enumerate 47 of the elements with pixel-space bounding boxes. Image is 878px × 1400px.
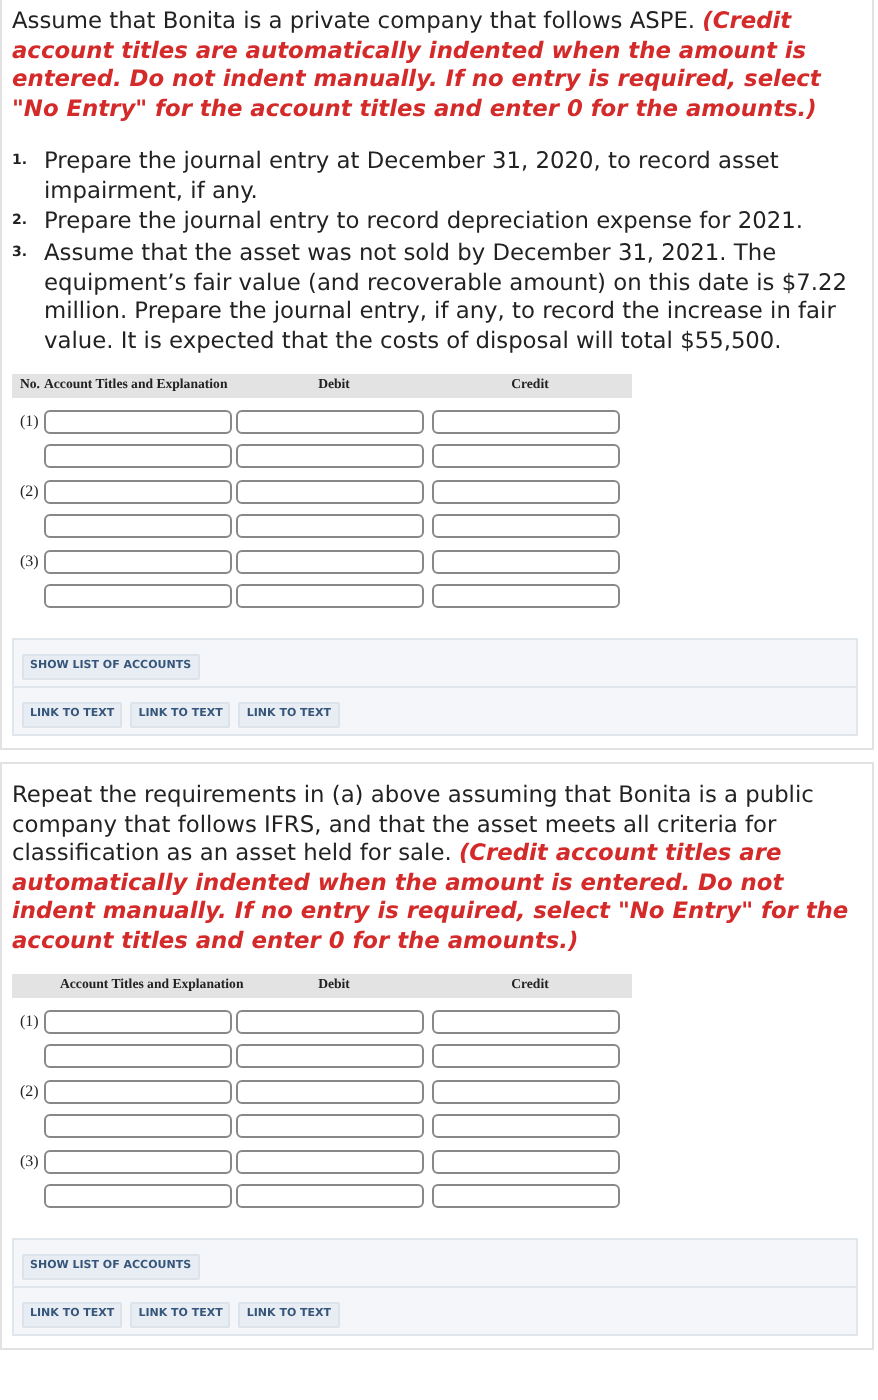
credit-field[interactable] [432, 549, 620, 574]
credit-field[interactable] [432, 1149, 620, 1174]
credit-field[interactable] [432, 514, 620, 539]
credit-field[interactable] [432, 1044, 620, 1069]
question-text: Repeat the requirements in (a) above assuming that Bonita is a public company that follows IFRS, and that the asset meets all criteria for classification as an asset held for sale. (Credit account titles are automatically indented when the amount is entered. Do not indent manually. If no entry is required, select "No Entry" for the account titles and enter 0 for the amounts.) [12, 780, 851, 954]
debit-field[interactable] [236, 549, 424, 574]
account-field[interactable] [44, 584, 232, 609]
debit-field[interactable] [236, 1149, 424, 1174]
account-field[interactable] [44, 1114, 232, 1139]
account-field[interactable] [44, 1044, 232, 1069]
question-text: Assume that Bonita is a private company that follows ASPE. (Credit account titles are automatically indented when the amount is entered. Do not indent manually. If no entry is required, select "No Entry" for the account titles and enter 0 for the amounts.) [12, 6, 824, 122]
credit-field[interactable] [432, 1114, 620, 1139]
account-field[interactable] [44, 1009, 232, 1034]
debit-field[interactable] [236, 409, 424, 434]
requirement-text: Prepare the journal entry to record depreciation expense for 2021. [44, 206, 804, 236]
entry-number: (1) [18, 409, 41, 434]
debit-field[interactable] [236, 1184, 424, 1209]
credit-field[interactable] [432, 479, 620, 504]
debit-field[interactable] [236, 1114, 424, 1139]
credit-field[interactable] [432, 1009, 620, 1034]
debit-field[interactable] [236, 1009, 424, 1034]
account-field[interactable] [44, 479, 232, 504]
debit-field[interactable] [236, 444, 424, 469]
account-field[interactable] [44, 444, 232, 469]
account-field[interactable] [44, 1184, 232, 1209]
entry-number: (3) [18, 549, 41, 574]
entry-number: (3) [18, 1149, 41, 1174]
requirement-text: Assume that the asset was not sold by December 31, 2021. The equipment’s fair value (and recoverable amount) on this date is $7.22 million. Prepare the journal entry, if any, to record the increase in fair value. It is expected that the costs of disposal will total $55,500. [44, 238, 849, 354]
account-field[interactable] [44, 549, 232, 574]
credit-field[interactable] [432, 409, 620, 434]
credit-field[interactable] [432, 584, 620, 609]
account-field[interactable] [44, 1149, 232, 1174]
entry-number: (2) [18, 1079, 41, 1104]
account-field[interactable] [44, 409, 232, 434]
entry-number: (2) [18, 479, 41, 504]
credit-field[interactable] [432, 1184, 620, 1209]
debit-field[interactable] [236, 584, 424, 609]
requirement-text: Prepare the journal entry at December 31, 2020, to record asset impairment, if any. [44, 146, 781, 204]
debit-field[interactable] [236, 514, 424, 539]
account-field[interactable] [44, 514, 232, 539]
account-field[interactable] [44, 1079, 232, 1104]
entry-number: (1) [18, 1009, 41, 1034]
debit-field[interactable] [236, 1044, 424, 1069]
debit-field[interactable] [236, 1079, 424, 1104]
credit-field[interactable] [432, 444, 620, 469]
debit-field[interactable] [236, 479, 424, 504]
credit-field[interactable] [432, 1079, 620, 1104]
